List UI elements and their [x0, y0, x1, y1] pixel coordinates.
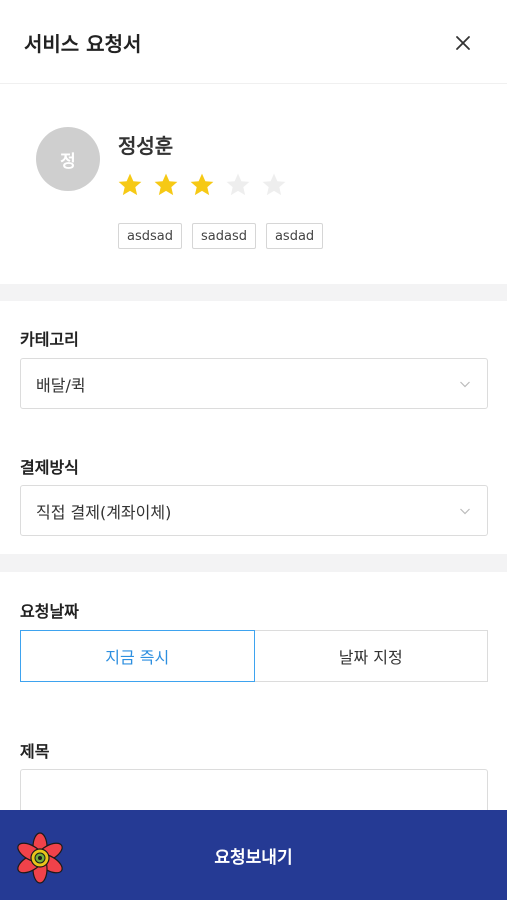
date-label: 요청날짜: [20, 602, 79, 621]
star-icon: [226, 173, 250, 196]
header: 서비스 요청서: [0, 0, 507, 84]
tag: asdsad: [118, 223, 182, 249]
star-icon: [190, 173, 214, 196]
tag-list: asdsad sadasd asdad: [118, 223, 324, 249]
submit-label: 요청보내기: [214, 847, 293, 868]
star-rating: [116, 172, 288, 198]
tag: sadasd: [191, 223, 256, 249]
star-icon: [154, 173, 178, 196]
section-divider: [0, 284, 507, 301]
section-divider: [0, 554, 507, 572]
date-toggle: 지금 즉시 날짜 지정: [20, 630, 488, 682]
payment-select[interactable]: 직접 결제(계좌이체): [20, 485, 488, 536]
provider-name: 정성훈: [118, 134, 174, 158]
close-icon: [456, 36, 470, 50]
close-button[interactable]: [448, 28, 478, 58]
tag: asdad: [265, 223, 324, 249]
avatar: 정: [36, 127, 100, 191]
page-title: 서비스 요청서: [24, 32, 142, 56]
star-icon: [118, 173, 142, 196]
category-label: 카테고리: [20, 330, 79, 349]
submit-button[interactable]: 요청보내기: [0, 810, 507, 900]
flower-logo-icon: [17, 832, 63, 884]
chevron-down-icon: [460, 508, 470, 515]
payment-value: 직접 결제(계좌이체): [36, 502, 172, 522]
chevron-down-icon: [460, 381, 470, 388]
title-label: 제목: [20, 742, 50, 761]
provider-profile: 정 정성훈 asdsad sadasd asdad: [0, 84, 507, 284]
category-select[interactable]: 배달/퀵: [20, 358, 488, 409]
category-value: 배달/퀵: [36, 375, 86, 395]
date-option-now[interactable]: 지금 즉시: [20, 630, 255, 682]
star-icon: [262, 173, 286, 196]
payment-label: 결제방식: [20, 458, 79, 477]
date-option-pick[interactable]: 날짜 지정: [254, 630, 488, 682]
